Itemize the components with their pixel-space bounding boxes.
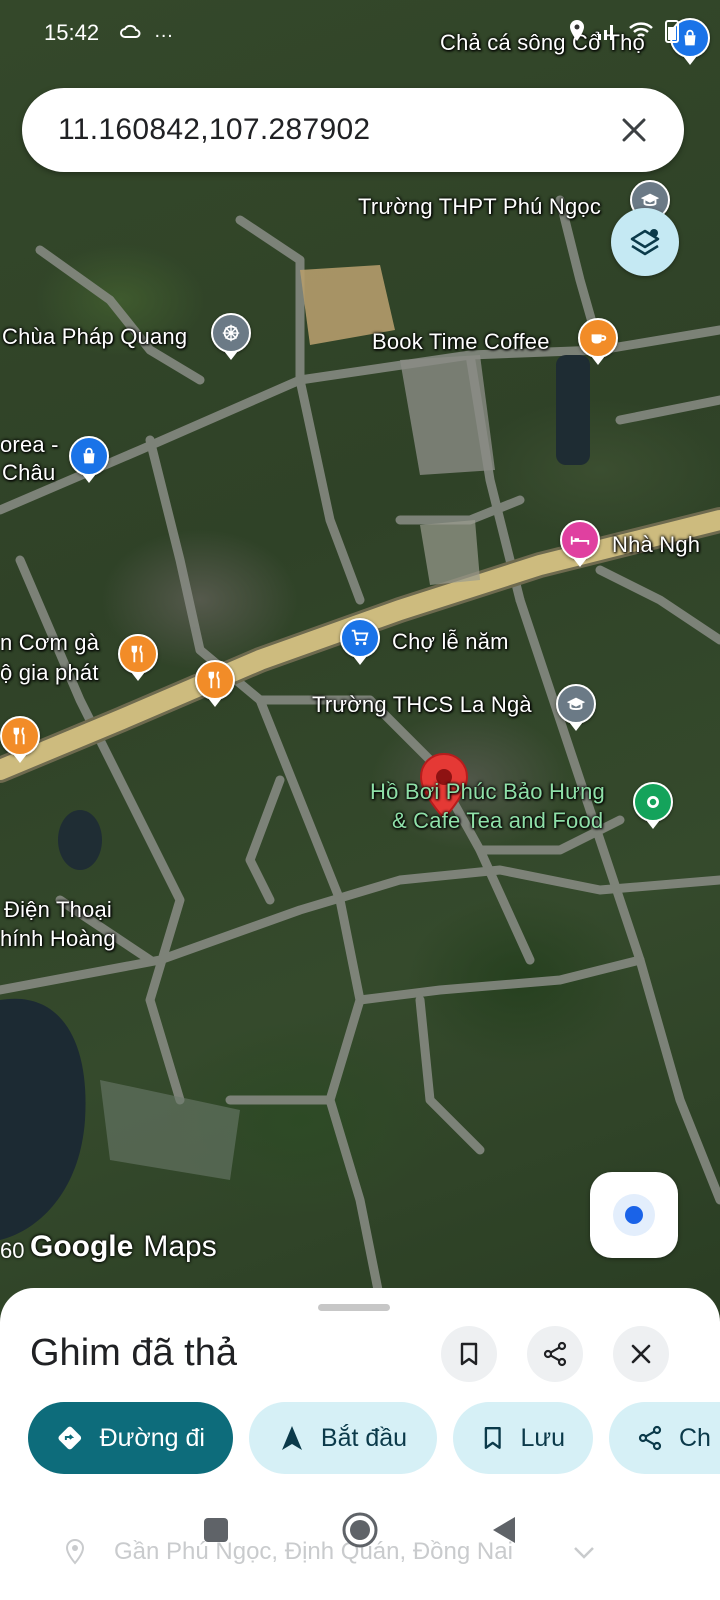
wifi-icon: [629, 22, 653, 37]
map-layers-button[interactable]: [611, 208, 679, 276]
layers-icon: [630, 229, 660, 256]
share-button[interactable]: Ch: [609, 1402, 720, 1474]
restaurant-poi-icon[interactable]: [118, 634, 158, 674]
map-label-phone-shop-line2[interactable]: hính Hoàng: [0, 926, 116, 952]
location-status-icon: [570, 20, 584, 41]
close-sheet-button[interactable]: [613, 1326, 669, 1382]
navigation-arrow-icon: [281, 1426, 302, 1450]
system-navigation-bar: [0, 1490, 720, 1570]
status-bar: 15:42 …: [0, 0, 720, 70]
shopping-bag-icon: [83, 447, 95, 464]
google-maps-logo: Google Maps: [30, 1230, 217, 1264]
bed-icon: [570, 536, 590, 545]
sheet-drag-handle[interactable]: [318, 1304, 390, 1311]
map-scale-fragment: 60: [0, 1238, 25, 1263]
home-button[interactable]: [341, 1511, 379, 1549]
restaurant-poi-icon[interactable]: [0, 716, 40, 756]
signal-icon: [598, 25, 613, 40]
map-label-shop-line2[interactable]: Châu: [2, 460, 55, 486]
share-icon: [543, 1341, 567, 1367]
map-label-restaurant-2-line2[interactable]: ộ gia phát: [0, 660, 99, 686]
map-label-pool-line2[interactable]: & Cafe Tea and Food: [392, 808, 603, 834]
status-right-icons: [568, 18, 680, 44]
map-label-phone-shop[interactable]: Điện Thoại: [4, 897, 112, 923]
market-poi-icon[interactable]: [340, 618, 380, 658]
location-dot-icon: [647, 796, 659, 808]
bookmark-icon: [460, 1342, 478, 1366]
save-icon-button[interactable]: [441, 1326, 497, 1382]
map-view[interactable]: Chả cá sông Cổ Thọ Trường THPT Phú Ngọc …: [0, 0, 720, 1330]
battery-icon: [665, 20, 679, 43]
save-label: Lưu: [520, 1423, 565, 1452]
dharma-wheel-icon: [222, 324, 240, 342]
action-chips: Đường đi Bắt đầu Lưu Ch: [28, 1402, 720, 1474]
hotel-poi-icon[interactable]: [560, 520, 600, 560]
search-input[interactable]: 11.160842,107.287902: [58, 113, 614, 147]
my-location-button[interactable]: [590, 1172, 678, 1258]
cloud-notification-icon: [120, 24, 141, 38]
share-icon: [638, 1425, 662, 1451]
coffee-poi-icon[interactable]: [578, 318, 618, 358]
map-label-pool[interactable]: Hồ Bơi Phúc Bảo Hưng: [370, 779, 605, 805]
map-label-hotel[interactable]: Nhà Ngh: [612, 532, 700, 558]
fork-knife-icon: [131, 645, 143, 663]
map-label-restaurant-2[interactable]: n Cơm gà: [0, 630, 99, 656]
start-navigation-button[interactable]: Bắt đầu: [249, 1402, 437, 1474]
pagoda-poi-icon[interactable]: [211, 313, 251, 353]
close-icon: [631, 1344, 651, 1364]
shopping-cart-icon: [351, 629, 369, 646]
sheet-title: Ghim đã thả: [30, 1332, 237, 1374]
status-time: 15:42: [44, 20, 100, 45]
more-notifications-icon: …: [153, 20, 174, 42]
save-button[interactable]: Lưu: [453, 1402, 593, 1474]
shopping-poi-icon[interactable]: [69, 436, 109, 476]
share-icon-button[interactable]: [527, 1326, 583, 1382]
restaurant-poi-icon[interactable]: [195, 660, 235, 700]
status-notification-icons: …: [120, 20, 174, 43]
start-label: Bắt đầu: [320, 1423, 408, 1452]
pool-poi-icon[interactable]: [633, 782, 673, 822]
map-label-pagoda[interactable]: Chùa Pháp Quang: [2, 324, 187, 350]
graduation-cap-icon: [566, 697, 586, 710]
directions-button[interactable]: Đường đi: [28, 1402, 233, 1474]
close-icon: [622, 118, 646, 142]
bookmark-icon: [484, 1427, 501, 1449]
map-label-school[interactable]: Trường THPT Phú Ngọc: [358, 194, 601, 220]
cup-icon: [591, 334, 607, 344]
directions-label: Đường đi: [99, 1423, 205, 1452]
clear-search-button[interactable]: [614, 110, 654, 150]
fork-knife-icon: [208, 671, 220, 689]
my-location-icon: [613, 1194, 655, 1236]
maps-wordmark: Maps: [143, 1230, 217, 1263]
map-label-shop[interactable]: orea -: [0, 432, 59, 458]
map-label-school-2[interactable]: Trường THCS La Ngà: [312, 692, 532, 718]
school-poi-icon[interactable]: [556, 684, 596, 724]
fork-knife-icon: [13, 727, 25, 745]
map-label-market[interactable]: Chợ lễ năm: [392, 629, 509, 655]
search-bar[interactable]: 11.160842,107.287902: [22, 88, 684, 172]
google-wordmark: Google: [30, 1230, 134, 1263]
back-button[interactable]: [489, 1514, 519, 1546]
recents-button[interactable]: [201, 1515, 231, 1545]
map-label-coffee[interactable]: Book Time Coffee: [372, 329, 550, 355]
directions-icon: [58, 1426, 82, 1450]
share-label: Ch: [679, 1423, 711, 1452]
